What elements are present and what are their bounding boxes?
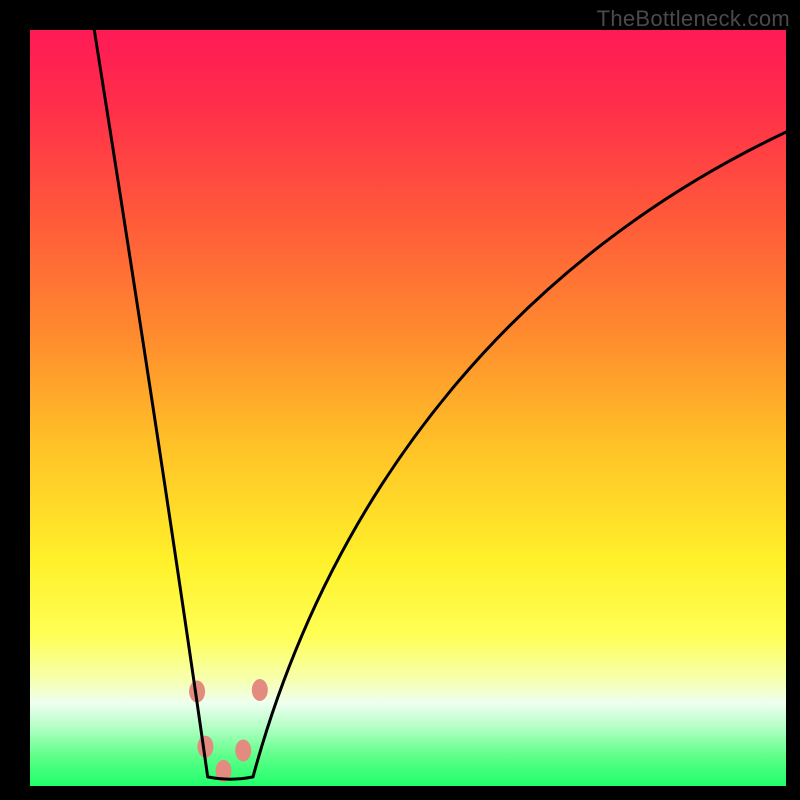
valley-marker bbox=[235, 740, 251, 762]
bottleneck-curve bbox=[94, 30, 786, 779]
plot-area bbox=[30, 30, 786, 786]
watermark-text: TheBottleneck.com bbox=[597, 6, 790, 32]
chart-frame: TheBottleneck.com bbox=[0, 0, 800, 800]
valley-marker bbox=[252, 679, 268, 701]
curve-layer bbox=[30, 30, 786, 786]
